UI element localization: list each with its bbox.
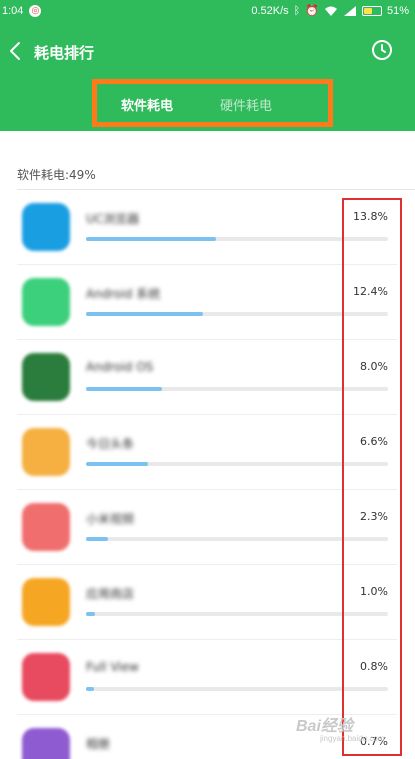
- app-icon: [22, 428, 70, 476]
- usage-bar: [86, 312, 388, 316]
- usage-bar-fill: [86, 612, 96, 616]
- tab-software[interactable]: 软件耗电: [121, 95, 173, 114]
- signal-icon: [343, 6, 356, 16]
- usage-bar-fill: [86, 387, 162, 391]
- app-name: 小米视频: [86, 512, 135, 526]
- usage-percent: 6.6%: [360, 435, 388, 448]
- usage-bar: [86, 387, 388, 391]
- usage-percent: 12.4%: [353, 285, 388, 298]
- usage-percent: 8.0%: [360, 360, 388, 373]
- usage-percent: 1.0%: [360, 585, 388, 598]
- list-item[interactable]: UC浏览器 13.8%: [0, 190, 415, 265]
- app-name: Android OS: [86, 360, 154, 374]
- tab-hardware[interactable]: 硬件耗电: [220, 95, 272, 114]
- status-time: 1:04: [2, 5, 24, 17]
- usage-bar-fill: [86, 237, 217, 241]
- usage-bar-fill: [86, 312, 204, 316]
- usage-bar-fill: [86, 462, 149, 466]
- status-right: 0.52K/s ᛒ ⏰ 51%: [251, 5, 409, 17]
- usage-bar: [86, 687, 388, 691]
- app-name: UC浏览器: [86, 212, 140, 226]
- app-icon: [22, 353, 70, 401]
- list-item[interactable]: Android OS 8.0%: [0, 340, 415, 415]
- title-bar: 耗电排行: [0, 30, 415, 74]
- app-icon: [22, 728, 70, 759]
- usage-percent: 13.8%: [353, 210, 388, 223]
- list-item[interactable]: 应用商店 1.0%: [0, 565, 415, 640]
- app-icon: [22, 203, 70, 251]
- watermark-logo: Bai经验: [296, 718, 353, 735]
- app-name: 相册: [86, 737, 111, 751]
- clock-icon[interactable]: [371, 39, 393, 61]
- battery-icon: [361, 6, 382, 16]
- battery-percent: 51%: [386, 5, 409, 17]
- page-title: 耗电排行: [34, 44, 95, 62]
- network-speed: 0.52K/s: [251, 5, 289, 17]
- alarm-off-icon: ⏰: [305, 5, 319, 17]
- app-name: 应用商店: [86, 587, 135, 601]
- list-item[interactable]: 小米视频 2.3%: [0, 490, 415, 565]
- app-header: 1:04 ◎ 0.52K/s ᛒ ⏰ 51% 耗电排行 软件耗电 硬件耗电: [0, 0, 415, 131]
- app-icon: [22, 278, 70, 326]
- app-icon: [22, 653, 70, 701]
- watermark-url: jingyan.baidu.com: [320, 734, 385, 743]
- app-icon: [22, 578, 70, 626]
- usage-bar: [86, 462, 388, 466]
- power-usage-list: 软件耗电:49% UC浏览器 13.8% Android 系统 12.4% An…: [0, 131, 415, 759]
- usage-bar: [86, 237, 388, 241]
- app-icon: [22, 503, 70, 551]
- battery-level: [363, 8, 373, 14]
- usage-bar-fill: [86, 687, 94, 691]
- status-left: 1:04 ◎: [2, 5, 42, 17]
- usage-bar-fill: [86, 537, 108, 541]
- chevron-left-icon[interactable]: [6, 40, 26, 62]
- usage-bar: [86, 612, 388, 616]
- usage-percent: 0.8%: [360, 660, 388, 673]
- section-label: 软件耗电:49%: [17, 168, 96, 182]
- notification-icon: ◎: [29, 5, 42, 17]
- bluetooth-icon: ᛒ: [293, 5, 301, 17]
- app-name: 今日头条: [86, 437, 135, 451]
- wifi-icon: [324, 6, 337, 16]
- app-name: Full View: [86, 660, 139, 674]
- list-item[interactable]: 今日头条 6.6%: [0, 415, 415, 490]
- usage-bar: [86, 537, 388, 541]
- status-bar: 1:04 ◎ 0.52K/s ᛒ ⏰ 51%: [0, 0, 415, 24]
- list-item[interactable]: Full View 0.8%: [0, 640, 415, 715]
- list-item[interactable]: Android 系统 12.4%: [0, 265, 415, 340]
- app-name: Android 系统: [86, 287, 161, 301]
- usage-percent: 2.3%: [360, 510, 388, 523]
- watermark: Bai经验 jingyan.baidu.com: [296, 712, 384, 743]
